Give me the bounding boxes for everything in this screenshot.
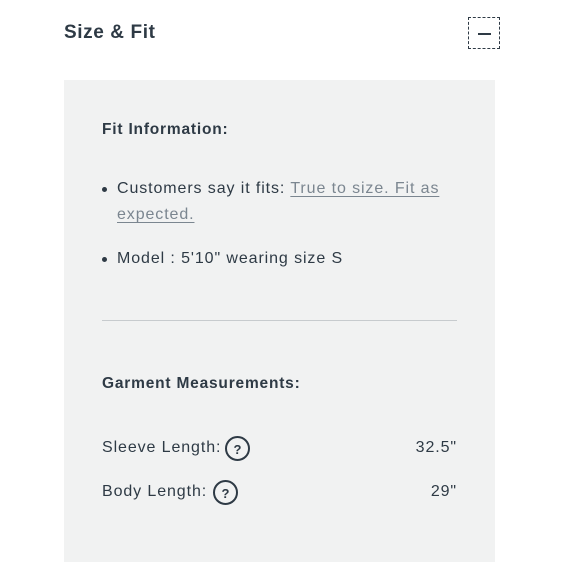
body-length-help-icon[interactable]: ? xyxy=(213,480,238,505)
list-item: Model : 5'10" wearing size S xyxy=(102,246,457,272)
bullet-icon xyxy=(102,257,107,262)
size-and-fit-accordion: Size & Fit Fit Information: Customers sa… xyxy=(0,0,580,580)
section-divider xyxy=(102,320,457,321)
list-item: Customers say it fits: True to size. Fit… xyxy=(102,176,457,228)
sleeve-length-help-icon[interactable]: ? xyxy=(225,436,250,461)
section-title: Size & Fit xyxy=(64,22,156,43)
fit-information-list: Customers say it fits: True to size. Fit… xyxy=(102,176,457,272)
customers-say-label: Customers say it fits: xyxy=(117,180,291,197)
collapse-button[interactable] xyxy=(468,17,500,49)
size-fit-panel: Fit Information: Customers say it fits: … xyxy=(64,80,495,562)
minus-icon xyxy=(478,33,491,35)
body-length-label: Body Length: xyxy=(102,483,208,500)
fit-information-heading: Fit Information: xyxy=(102,121,229,138)
measurement-row-body-length: Body Length: ? 29" xyxy=(102,480,457,506)
sleeve-length-value: 32.5" xyxy=(415,439,457,456)
sleeve-length-label: Sleeve Length: xyxy=(102,439,222,456)
garment-measurements-heading: Garment Measurements: xyxy=(102,375,301,392)
measurement-row-sleeve-length: Sleeve Length: ? 32.5" xyxy=(102,436,457,462)
body-length-value: 29" xyxy=(430,483,457,500)
model-size-text: Model : 5'10" wearing size S xyxy=(117,250,344,267)
bullet-icon xyxy=(102,187,107,192)
